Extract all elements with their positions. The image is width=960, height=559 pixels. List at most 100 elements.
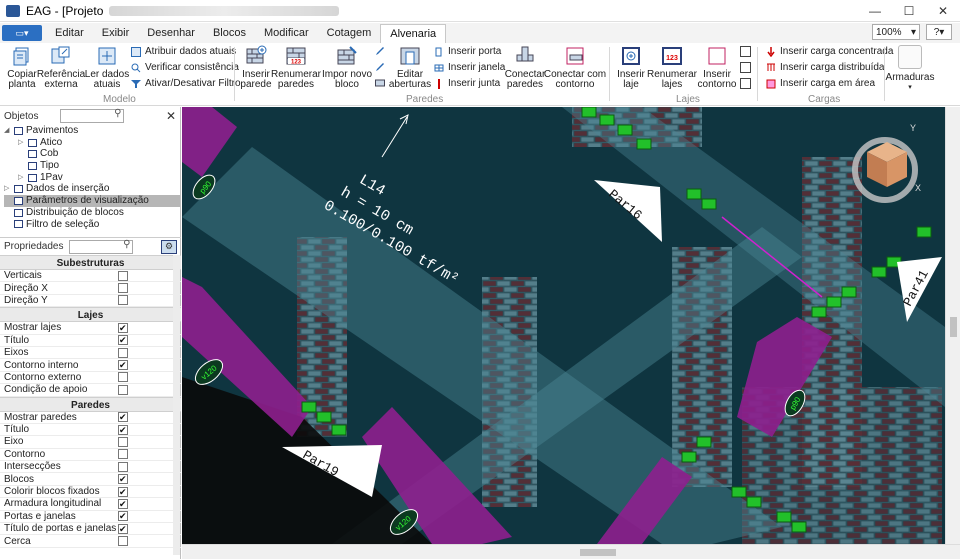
property-checkbox[interactable] bbox=[118, 360, 128, 371]
impor-novo-bloco-button[interactable]: Impor novo bloco bbox=[322, 45, 372, 90]
property-checkbox[interactable] bbox=[118, 536, 128, 547]
ativar-desativar-filtro-button[interactable]: Ativar/Desativar Filtro bbox=[131, 78, 241, 89]
scroll-thumb[interactable] bbox=[950, 317, 957, 337]
property-checkbox[interactable] bbox=[118, 322, 128, 333]
tree-item[interactable]: ◢ Pavimentos bbox=[4, 125, 180, 137]
property-checkbox[interactable] bbox=[118, 270, 128, 281]
viewport-horizontal-scrollbar[interactable] bbox=[182, 544, 960, 559]
conectar-com-contorno-button[interactable]: Conectar com contorno bbox=[544, 45, 606, 90]
property-checkbox[interactable] bbox=[118, 436, 128, 447]
tool-c-button[interactable] bbox=[375, 78, 389, 88]
copiar-planta-button[interactable]: Copiar planta bbox=[4, 45, 40, 90]
property-checkbox[interactable] bbox=[118, 449, 128, 460]
inserir-carga-distribuida-button[interactable]: Inserir carga distribuída bbox=[766, 62, 885, 73]
file-menu-button[interactable]: ▭▾ bbox=[2, 25, 42, 41]
tree-item[interactable]: Tipo bbox=[4, 160, 180, 172]
renumerar-paredes-button[interactable]: 123 Renumerar paredes bbox=[271, 45, 321, 90]
property-row: Colorir blocos fixados bbox=[0, 486, 181, 499]
expander-icon[interactable]: ▷ bbox=[18, 137, 28, 149]
tree-item[interactable]: ▷ Atico bbox=[4, 137, 180, 149]
maximize-button[interactable]: ☐ bbox=[892, 0, 926, 22]
scroll-thumb[interactable] bbox=[580, 549, 616, 556]
tree-item[interactable]: ▷ 1Pav bbox=[4, 172, 180, 184]
inserir-contorno-button[interactable]: Inserir contorno bbox=[698, 45, 736, 90]
property-checkbox[interactable] bbox=[118, 283, 128, 294]
help-icon: ? bbox=[933, 26, 940, 38]
option-checkbox[interactable] bbox=[740, 46, 751, 57]
property-row: Título bbox=[0, 335, 181, 347]
tab-desenhar[interactable]: Desenhar bbox=[138, 24, 204, 43]
inserir-junta-button[interactable]: Inserir junta bbox=[434, 78, 500, 89]
viewport-vertical-scrollbar[interactable] bbox=[945, 107, 960, 544]
property-checkbox[interactable] bbox=[118, 461, 128, 472]
property-checkbox[interactable] bbox=[118, 412, 128, 423]
tree-item-label: Tipo bbox=[40, 160, 60, 172]
minimize-button[interactable]: — bbox=[858, 0, 892, 22]
inserir-carga-concentrada-button[interactable]: Inserir carga concentrada bbox=[766, 46, 893, 57]
inserir-carga-em-area-button[interactable]: Inserir carga em área bbox=[766, 78, 875, 89]
properties-search-input[interactable] bbox=[69, 239, 134, 254]
objects-title: Objetos bbox=[4, 110, 39, 122]
inserir-parede-button[interactable]: Inserir parede bbox=[238, 45, 274, 90]
property-checkbox[interactable] bbox=[118, 372, 128, 383]
tab-alvenaria[interactable]: Alvenaria bbox=[380, 24, 447, 43]
conectar-paredes-button[interactable]: Conectar paredes bbox=[504, 45, 546, 90]
close-button[interactable]: ✕ bbox=[926, 0, 960, 22]
objects-search-input[interactable] bbox=[60, 108, 125, 123]
property-checkbox[interactable] bbox=[118, 335, 128, 346]
tree-item[interactable]: Parâmetros de visualização bbox=[4, 195, 180, 207]
renumerar-lajes-button[interactable]: 123 Renumerar lajes bbox=[647, 45, 697, 90]
tool-a-button[interactable] bbox=[375, 46, 389, 56]
properties-settings-button[interactable]: ⚙ bbox=[161, 239, 177, 254]
property-label: Mostrar lajes bbox=[4, 322, 62, 334]
tool-b-button[interactable] bbox=[375, 62, 389, 72]
objects-close-button[interactable]: ✕ bbox=[166, 109, 176, 123]
property-checkbox[interactable] bbox=[118, 384, 128, 395]
inserir-laje-button[interactable]: Inserir laje bbox=[614, 45, 648, 90]
lajes-option-b[interactable] bbox=[740, 62, 751, 73]
property-checkbox[interactable] bbox=[118, 523, 128, 534]
lajes-option-a[interactable] bbox=[740, 46, 751, 57]
expander-icon[interactable]: ▷ bbox=[18, 172, 28, 184]
property-label: Verticais bbox=[4, 270, 42, 282]
model-3d-view[interactable]: L14 h = 10 cm 0.100/0.100 tf/m² Par16 Pa… bbox=[182, 107, 945, 544]
verificar-consistencia-button[interactable]: Verificar consistência bbox=[131, 62, 239, 73]
property-checkbox[interactable] bbox=[118, 424, 128, 435]
tab-cotagem[interactable]: Cotagem bbox=[318, 24, 381, 43]
inserir-porta-button[interactable]: Inserir porta bbox=[434, 46, 501, 57]
tree-item[interactable]: Distribuição de blocos bbox=[4, 207, 180, 219]
expander-icon[interactable]: ▷ bbox=[4, 183, 14, 195]
property-checkbox[interactable] bbox=[118, 295, 128, 306]
lajes-option-c[interactable] bbox=[740, 78, 751, 89]
referencia-externa-button[interactable]: Referência externa bbox=[36, 45, 86, 90]
expander-icon[interactable]: ◢ bbox=[4, 125, 14, 137]
tab-exibir[interactable]: Exibir bbox=[93, 24, 139, 43]
property-label: Portas e janelas bbox=[4, 510, 76, 522]
armaduras-icon bbox=[898, 45, 922, 69]
property-checkbox[interactable] bbox=[118, 474, 128, 485]
editar-aberturas-button[interactable]: Editar aberturas bbox=[389, 45, 431, 90]
help-button[interactable]: ? ▾ bbox=[926, 24, 952, 40]
tab-blocos[interactable]: Blocos bbox=[204, 24, 255, 43]
property-checkbox[interactable] bbox=[118, 486, 128, 497]
tree-item[interactable]: ▷ Dados de inserção bbox=[4, 183, 180, 195]
tab-modificar[interactable]: Modificar bbox=[255, 24, 318, 43]
tree-item[interactable]: Cob bbox=[4, 148, 180, 160]
atribuir-dados-atuais-button[interactable]: Atribuir dados atuais bbox=[131, 46, 236, 57]
assign-data-icon bbox=[131, 46, 141, 57]
option-checkbox[interactable] bbox=[740, 78, 751, 89]
model-viewport[interactable]: L14 h = 10 cm 0.100/0.100 tf/m² Par16 Pa… bbox=[182, 107, 945, 544]
tree-item[interactable]: Filtro de seleção bbox=[4, 219, 180, 231]
properties-scrollbar[interactable] bbox=[173, 255, 180, 555]
inserir-janela-button[interactable]: Inserir janela bbox=[434, 62, 505, 73]
tab-editar[interactable]: Editar bbox=[46, 24, 93, 43]
property-checkbox[interactable] bbox=[118, 511, 128, 522]
option-checkbox[interactable] bbox=[740, 62, 751, 73]
ler-dados-atuais-button[interactable]: Ler dados atuais bbox=[85, 45, 129, 90]
armaduras-button[interactable]: Armaduras ▾ bbox=[886, 45, 934, 93]
referencia-externa-label: Referência externa bbox=[36, 69, 86, 90]
property-checkbox[interactable] bbox=[118, 347, 128, 358]
property-checkbox[interactable] bbox=[118, 498, 128, 509]
zoom-select[interactable]: 100% ▾ bbox=[872, 24, 920, 40]
property-label: Condição de apoio bbox=[4, 384, 88, 396]
